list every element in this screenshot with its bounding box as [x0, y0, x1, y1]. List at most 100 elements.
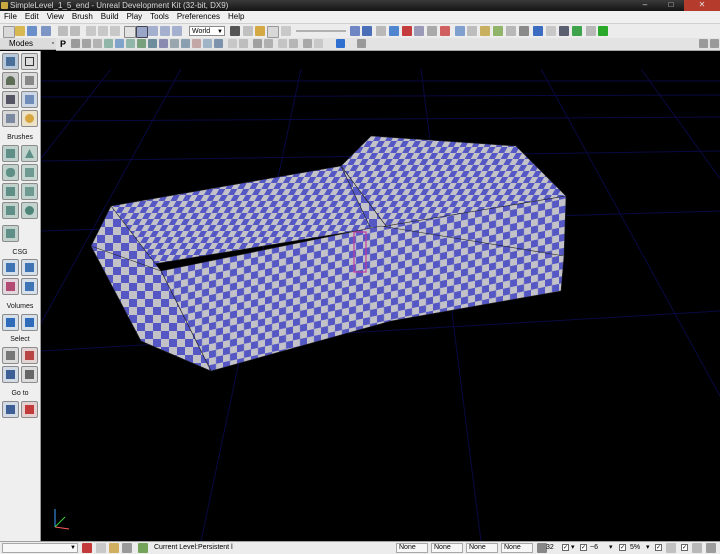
camera-settings-icon[interactable] [289, 39, 298, 48]
browser-icon[interactable] [267, 26, 279, 38]
light-mode-button[interactable] [21, 110, 38, 127]
grid-snap-checkbox[interactable]: ✓ [562, 544, 569, 551]
wireframe-icon[interactable] [115, 39, 124, 48]
viewport-options-icon[interactable] [357, 39, 366, 48]
ps3-icon[interactable] [572, 26, 582, 36]
level-browser-icon[interactable] [506, 26, 516, 36]
add-volume-button[interactable] [2, 314, 19, 331]
csg-deintersect-button[interactable] [21, 278, 38, 295]
camera-icon[interactable] [281, 26, 291, 36]
sound-icon[interactable] [692, 543, 702, 553]
scale-icon[interactable] [160, 26, 170, 36]
lock-viewport-icon[interactable] [278, 39, 287, 48]
build-paths-icon[interactable] [402, 26, 412, 36]
undo-icon[interactable] [58, 26, 68, 36]
top-view-icon[interactable] [71, 39, 80, 48]
find-actor-icon[interactable] [243, 26, 253, 36]
kismet-icon[interactable] [455, 26, 465, 36]
csg-intersect-button[interactable] [2, 278, 19, 295]
show-flags-icon[interactable] [253, 39, 262, 48]
texture-mode-button[interactable] [2, 91, 19, 108]
level-icon[interactable] [109, 543, 119, 553]
camera-speed-slider[interactable] [296, 30, 346, 32]
coordinate-system-select[interactable]: World ▼ [189, 26, 225, 36]
chevron-down-icon[interactable]: ▾ [646, 542, 650, 554]
new-level-icon[interactable] [3, 26, 15, 38]
spiral-stair-brush-button[interactable] [2, 202, 19, 219]
linear-stair-brush-button[interactable] [2, 183, 19, 200]
cylinder-brush-button[interactable] [2, 164, 19, 181]
light-complexity-icon[interactable] [170, 39, 179, 48]
static-mesh-mode-button[interactable] [2, 110, 19, 127]
maximize-button[interactable]: □ [658, 0, 684, 11]
save-all-icon[interactable] [41, 26, 51, 36]
csg-add-button[interactable] [2, 259, 19, 276]
menu-preferences[interactable]: Preferences [173, 11, 224, 23]
chevron-down-icon[interactable]: ▾ [609, 542, 613, 554]
chevron-down-icon[interactable]: ▾ [571, 542, 575, 554]
autosave-checkbox[interactable]: ✓ [655, 544, 662, 551]
geometry-mode-button[interactable] [21, 53, 38, 70]
build-geometry-icon[interactable] [376, 26, 386, 36]
sphere-brush-button[interactable] [21, 202, 38, 219]
cube-brush-button[interactable] [2, 145, 19, 162]
perspective-viewport[interactable] [0, 51, 720, 542]
goto-builder-brush-button[interactable] [2, 401, 19, 418]
lighting-only-icon[interactable] [159, 39, 168, 48]
rotate-icon[interactable] [148, 26, 158, 36]
copy-icon[interactable] [98, 26, 108, 36]
menu-file[interactable]: File [0, 11, 21, 23]
move-mode-button[interactable] [21, 72, 38, 89]
brush-wireframe-icon[interactable] [104, 39, 113, 48]
camera-mode-button[interactable] [2, 53, 19, 70]
drag-grid-icon[interactable] [96, 543, 106, 553]
build-cover-icon[interactable] [414, 26, 424, 36]
menu-brush[interactable]: Brush [68, 11, 97, 23]
hide-selected-button[interactable] [21, 347, 38, 364]
terrain-icon[interactable] [519, 26, 529, 36]
curved-stair-brush-button[interactable] [21, 164, 38, 181]
translate-icon[interactable] [136, 26, 148, 38]
sound-checkbox[interactable]: ✓ [681, 544, 688, 551]
perspective-toggle[interactable]: P [60, 38, 66, 50]
mesh-paint-mode-button[interactable] [21, 91, 38, 108]
binoculars-icon[interactable] [230, 26, 240, 36]
realtime-icon[interactable] [350, 26, 360, 36]
volumetric-brush-button[interactable] [2, 225, 19, 242]
play-in-viewport-icon[interactable] [336, 39, 345, 48]
texture-density-icon[interactable] [181, 39, 190, 48]
preview-icon[interactable] [362, 26, 372, 36]
scale-snap-checkbox[interactable]: ✓ [619, 544, 626, 551]
menu-view[interactable]: View [43, 11, 68, 23]
movie-capture-icon[interactable] [303, 39, 312, 48]
menu-build[interactable]: Build [97, 11, 123, 23]
lock-icon[interactable] [255, 26, 265, 36]
resize-grip-icon[interactable] [706, 543, 716, 553]
streaming-volume-icon[interactable] [264, 39, 273, 48]
shader-complexity-icon[interactable] [192, 39, 201, 48]
build-lighting-icon[interactable] [389, 26, 399, 36]
sheet-brush-button[interactable] [21, 183, 38, 200]
console-icon[interactable] [559, 26, 569, 36]
game-view-icon[interactable] [239, 39, 248, 48]
viewport-menu-icon[interactable] [710, 39, 719, 48]
menu-play[interactable]: Play [123, 11, 147, 23]
rotation-snap-checkbox[interactable]: ✓ [580, 544, 587, 551]
terrain-mode-button[interactable] [2, 72, 19, 89]
side-view-icon[interactable] [82, 39, 91, 48]
show-selected-button[interactable] [2, 347, 19, 364]
maximize-viewport-icon[interactable] [699, 39, 708, 48]
play-in-editor-icon[interactable] [533, 26, 543, 36]
cut-icon[interactable] [86, 26, 96, 36]
menu-edit[interactable]: Edit [21, 11, 43, 23]
nonuniform-scale-icon[interactable] [172, 26, 182, 36]
unlit-icon[interactable] [126, 39, 135, 48]
lightmap-density-icon[interactable] [203, 39, 212, 48]
show-all-button[interactable] [21, 366, 38, 383]
csg-subtract-button[interactable] [21, 259, 38, 276]
paste-icon[interactable] [110, 26, 120, 36]
realtime-toggle-icon[interactable] [228, 39, 237, 48]
scene-manager-icon[interactable] [493, 26, 503, 36]
play-icon[interactable] [598, 26, 608, 36]
minimize-button[interactable]: – [632, 0, 658, 11]
